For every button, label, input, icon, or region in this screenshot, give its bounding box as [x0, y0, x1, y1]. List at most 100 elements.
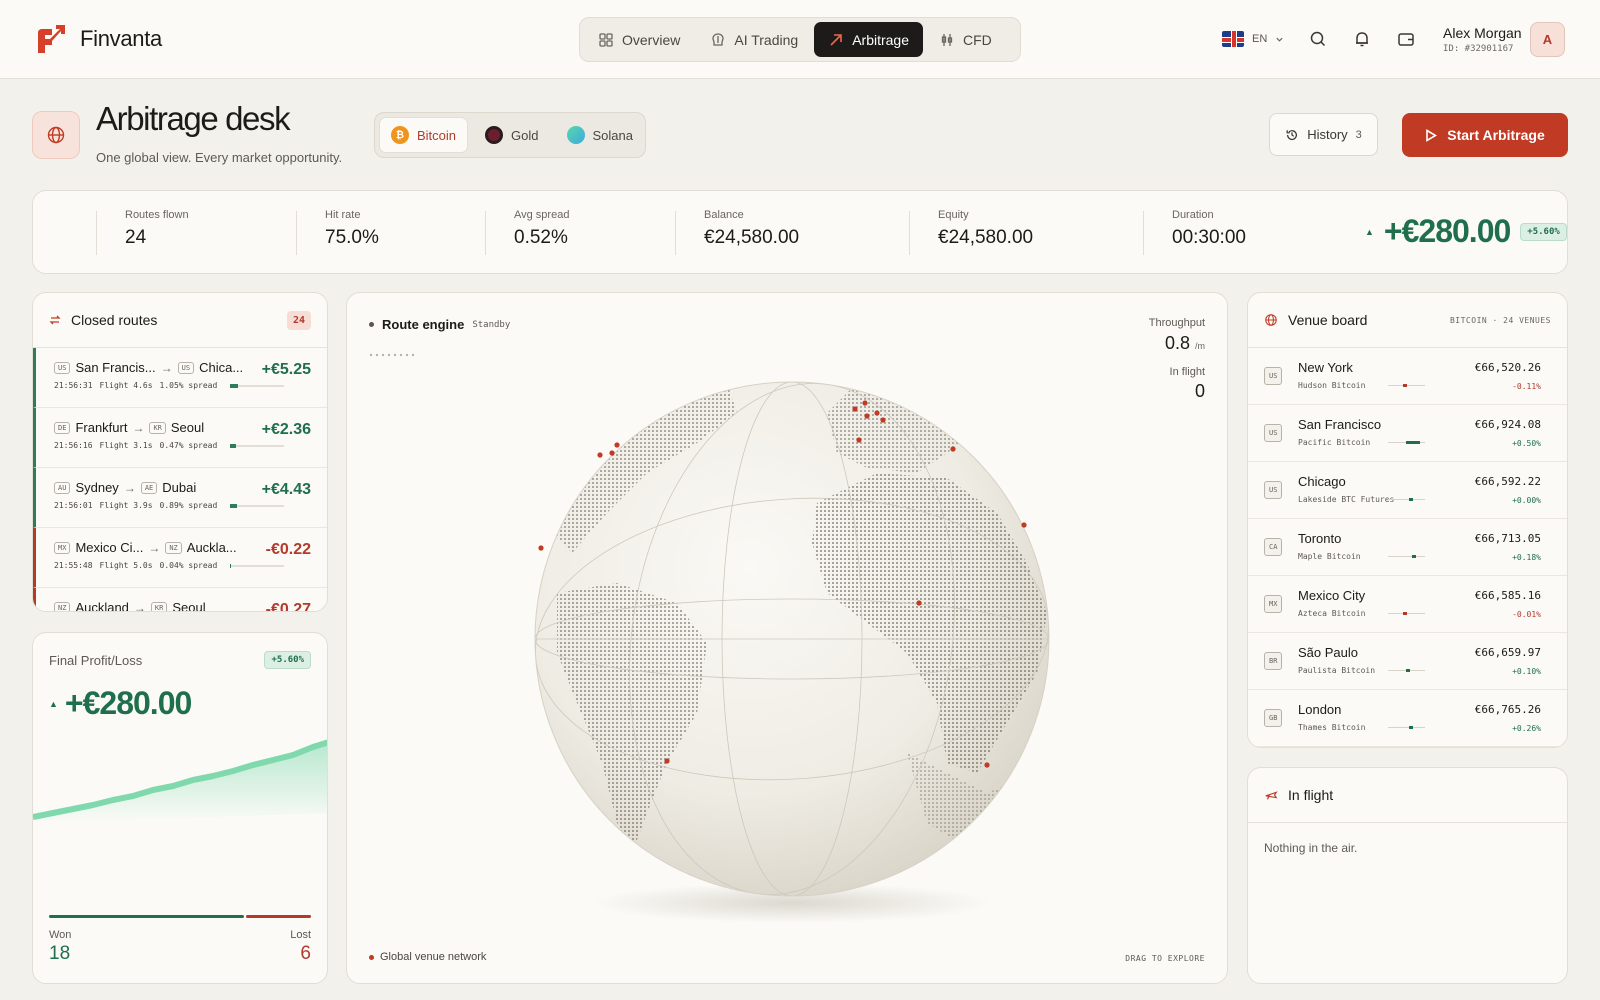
route-pnl: +€2.36	[261, 421, 311, 438]
venue-city: London	[1298, 702, 1342, 717]
panel-title: In flight	[1288, 787, 1334, 803]
venue-change-marker	[1403, 612, 1407, 615]
route-row[interactable]: DE Frankfurt → KR Seoul +€2.36 21:56:16 Flight …	[33, 408, 327, 468]
route-row[interactable]: US San Francis... → US Chica... +€5.25 21:56:3…	[33, 348, 327, 408]
venue-row[interactable]: US San Francisco Pacific Bitcoin €66,924.08…	[1248, 405, 1567, 462]
stat-label: Hit rate	[325, 209, 361, 221]
pl-percent-badge: +5.60%	[1520, 222, 1567, 241]
route-row[interactable]: NZ Auckland → KR Seoul -€0.27	[33, 588, 327, 612]
tab-ai-trading[interactable]: AI Trading	[696, 22, 812, 57]
swap-icon	[49, 315, 61, 325]
user-id: ID: #32901167	[1443, 44, 1514, 54]
wallet-icon[interactable]	[1396, 29, 1416, 49]
tab-label: AI Trading	[734, 31, 799, 48]
from-city: Frankfurt	[75, 420, 128, 435]
route-flight: Flight 3.1s	[99, 441, 153, 450]
globe-canvas[interactable]	[347, 293, 1227, 983]
stat-routes-flown: Routes flown 24	[96, 209, 189, 255]
route-pnl: -€0.27	[265, 601, 311, 612]
venue-row[interactable]: MX Mexico City Azteca Bitcoin €66,585.16 -0.…	[1248, 576, 1567, 633]
asset-solana[interactable]: Solana	[556, 117, 644, 153]
tab-label: CFD	[963, 31, 992, 48]
globe-footer-label: Global venue network	[380, 951, 487, 963]
history-count: 3	[1355, 128, 1362, 141]
route-flight: Flight 4.6s	[99, 381, 153, 390]
tab-cfd[interactable]: CFD	[925, 22, 1006, 57]
panel-title: Venue board	[1288, 312, 1368, 328]
lost-segment	[246, 915, 311, 918]
venue-row[interactable]: CA Toronto Maple Bitcoin €66,713.05 +0.18%	[1248, 519, 1567, 576]
gold-icon	[485, 126, 504, 144]
finvanta-logo-icon[interactable]	[36, 23, 66, 56]
venue-change-bar	[1388, 498, 1425, 501]
stats-strip: Routes flown 24 Hit rate 75.0% Avg sprea…	[32, 190, 1568, 274]
start-arbitrage-button[interactable]: Start Arbitrage	[1402, 113, 1568, 157]
from-country-code: AU	[54, 481, 71, 494]
venue-board-panel: Venue board BITCOIN · 24 VENUES US New Yo…	[1247, 292, 1568, 748]
routes-count-badge: 24	[286, 310, 311, 330]
venue-change-bar	[1388, 612, 1425, 615]
bell-icon[interactable]	[1352, 29, 1372, 49]
brand-name[interactable]: Finvanta	[80, 26, 162, 52]
tab-arbitrage[interactable]: Arbitrage	[814, 22, 923, 57]
venue-exchange: Hudson Bitcoin	[1298, 381, 1366, 390]
from-city: Auckland	[75, 600, 129, 612]
venue-change: -0.01%	[1512, 610, 1541, 619]
tab-overview[interactable]: Overview	[584, 22, 694, 57]
route-spread: 0.04% spread	[159, 561, 218, 570]
venue-row[interactable]: US Chicago Lakeside BTC Futures €66,592.22 +…	[1248, 462, 1567, 519]
route-row[interactable]: AU Sydney → AE Dubai +€4.43 21:56:01 Flight 3.9…	[33, 468, 327, 528]
venue-price: €66,659.97	[1474, 646, 1541, 659]
to-city: Seoul	[170, 420, 205, 435]
stat-value: 24	[125, 227, 147, 248]
language-selector[interactable]: EN	[1222, 31, 1284, 47]
venue-city: Mexico City	[1298, 588, 1366, 603]
stat-value: 75.0%	[325, 227, 379, 248]
asset-gold[interactable]: Gold	[474, 117, 549, 153]
route-row[interactable]: MX Mexico Ci... → NZ Auckla... -€0.22 21:55:48…	[33, 528, 327, 588]
venue-country-code: GB	[1264, 709, 1283, 727]
page-subtitle: One global view. Every market opportunit…	[96, 150, 343, 165]
trend-arrow-icon	[830, 33, 842, 46]
closed-routes-panel: Closed routes 24 US San Francis... → US Chic…	[32, 292, 328, 612]
venue-change-marker	[1406, 669, 1410, 672]
from-city: San Francis...	[75, 360, 156, 375]
venue-exchange: Paulista Bitcoin	[1298, 666, 1376, 675]
venue-row[interactable]: BR São Paulo Paulista Bitcoin €66,659.97 +0.…	[1248, 633, 1567, 690]
to-country-code: NZ	[165, 541, 182, 554]
globe-badge	[32, 111, 80, 159]
arrow-right-icon: →	[132, 420, 145, 435]
search-icon[interactable]	[1308, 29, 1328, 49]
venue-exchange: Lakeside BTC Futures	[1298, 495, 1395, 504]
spread-bar-fill	[230, 383, 239, 388]
to-country-code: US	[177, 361, 195, 374]
route-pnl: +€5.25	[261, 361, 311, 378]
arrow-right-icon: →	[148, 540, 161, 555]
route-time: 21:55:48	[54, 561, 93, 570]
asset-label: Bitcoin	[417, 127, 457, 143]
avatar[interactable]: A	[1530, 22, 1565, 57]
venue-city: São Paulo	[1298, 645, 1358, 660]
route-flight: Flight 5.0s	[99, 561, 153, 570]
stat-label: Balance	[704, 209, 744, 221]
won-segment	[49, 915, 244, 918]
candles-icon	[941, 33, 953, 46]
stat-label: Avg spread	[514, 209, 570, 221]
asset-bitcoin[interactable]: ₿ Bitcoin	[379, 117, 469, 153]
brain-icon	[712, 32, 725, 46]
stat-hit-rate: Hit rate 75.0%	[296, 209, 379, 255]
venue-change-marker	[1412, 555, 1416, 558]
venue-row[interactable]: US New York Hudson Bitcoin €66,520.26 -0.11%	[1248, 348, 1567, 405]
venue-change: +0.26%	[1512, 724, 1541, 733]
stats-profit-loss: ▲ +€280.00 +5.60%	[1365, 213, 1567, 250]
history-button[interactable]: History 3	[1269, 113, 1378, 156]
stat-label: Routes flown	[125, 209, 189, 221]
drag-hint: DRAG TO EXPLORE	[1125, 954, 1205, 963]
final-pl-value-row: ▲ +€280.00	[49, 685, 192, 722]
venue-country-code: CA	[1264, 538, 1283, 556]
stat-value: €24,580.00	[938, 227, 1034, 248]
route-engine-panel: Route engine Standby Throughput 0.8 /m I…	[346, 292, 1228, 984]
panel-title: Closed routes	[71, 312, 158, 328]
venue-row[interactable]: GB London Thames Bitcoin €66,765.26 +0.26%	[1248, 690, 1567, 747]
final-pl-label: Final Profit/Loss	[49, 653, 143, 668]
